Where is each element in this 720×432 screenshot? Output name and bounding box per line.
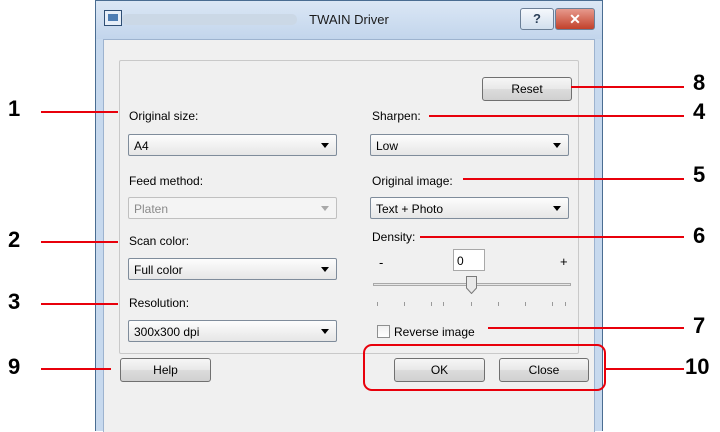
original-size-value: A4 [134,139,149,153]
slider-tick [471,302,472,306]
feed-method-value: Platen [134,202,169,216]
reverse-image-label: Reverse image [394,325,475,339]
original-image-value: Text + Photo [376,202,444,216]
callout-1-line [41,111,118,113]
chevron-down-icon [321,267,329,272]
slider-tick [565,302,566,306]
callout-6-line [420,236,684,238]
chevron-down-icon [321,143,329,148]
slider-tick [525,302,526,306]
density-slider-thumb[interactable] [466,276,477,294]
callout-2: 2 [8,227,21,252]
sharpen-label: Sharpen: [372,109,421,123]
sharpen-value: Low [376,139,399,153]
sharpen-select[interactable]: Low [370,134,569,156]
original-image-label: Original image: [372,174,453,188]
original-size-select[interactable]: A4 [128,134,337,156]
help-icon[interactable]: ? [520,8,554,30]
callout-8: 8 [693,70,706,95]
scan-color-label: Scan color: [129,234,190,248]
density-value: 0 [457,254,464,268]
reverse-image-checkbox[interactable] [377,325,390,338]
original-image-select[interactable]: Text + Photo [370,197,569,219]
chevron-down-icon [553,206,561,211]
slider-tick [404,302,405,306]
callout-10: 10 [685,354,710,379]
callout-3-line [41,303,118,305]
chevron-down-icon [321,329,329,334]
close-icon[interactable]: ✕ [555,8,595,30]
chevron-down-icon [321,206,329,211]
callout-7: 7 [693,313,706,338]
callout-3: 3 [8,289,21,314]
scan-color-value: Full color [134,263,183,277]
scan-color-select[interactable]: Full color [128,258,337,280]
callout-4: 4 [693,99,706,124]
resolution-select[interactable]: 300x300 dpi [128,320,337,342]
callout-2-line [41,241,118,243]
original-size-label: Original size: [129,109,199,123]
ok-close-highlight [363,344,606,391]
slider-tick [498,302,499,306]
title-bar: TWAIN Driver ? ✕ [96,1,602,39]
density-minus-label: - [379,255,384,270]
callout-9: 9 [8,354,21,379]
callout-5: 5 [693,162,706,187]
feed-method-label: Feed method: [129,174,204,188]
callout-8-line [571,86,684,88]
help-button[interactable]: Help [120,358,211,382]
resolution-label: Resolution: [129,296,190,310]
callout-5-line [463,178,684,180]
slider-tick [552,302,553,306]
density-plus-label: + [560,254,568,269]
feed-method-select: Platen [128,197,337,219]
callout-9-line [41,368,111,370]
resolution-value: 300x300 dpi [134,325,200,339]
callout-10-line [606,368,684,370]
density-value-box: 0 [453,249,485,271]
chevron-down-icon [553,143,561,148]
slider-tick [377,302,378,306]
callout-6: 6 [693,223,706,248]
reset-button[interactable]: Reset [482,77,572,101]
density-label: Density: [372,230,416,244]
slider-tick [443,302,444,306]
callout-1: 1 [8,96,21,121]
callout-4-line [429,115,684,117]
slider-tick [431,302,432,306]
callout-7-line [488,327,684,329]
